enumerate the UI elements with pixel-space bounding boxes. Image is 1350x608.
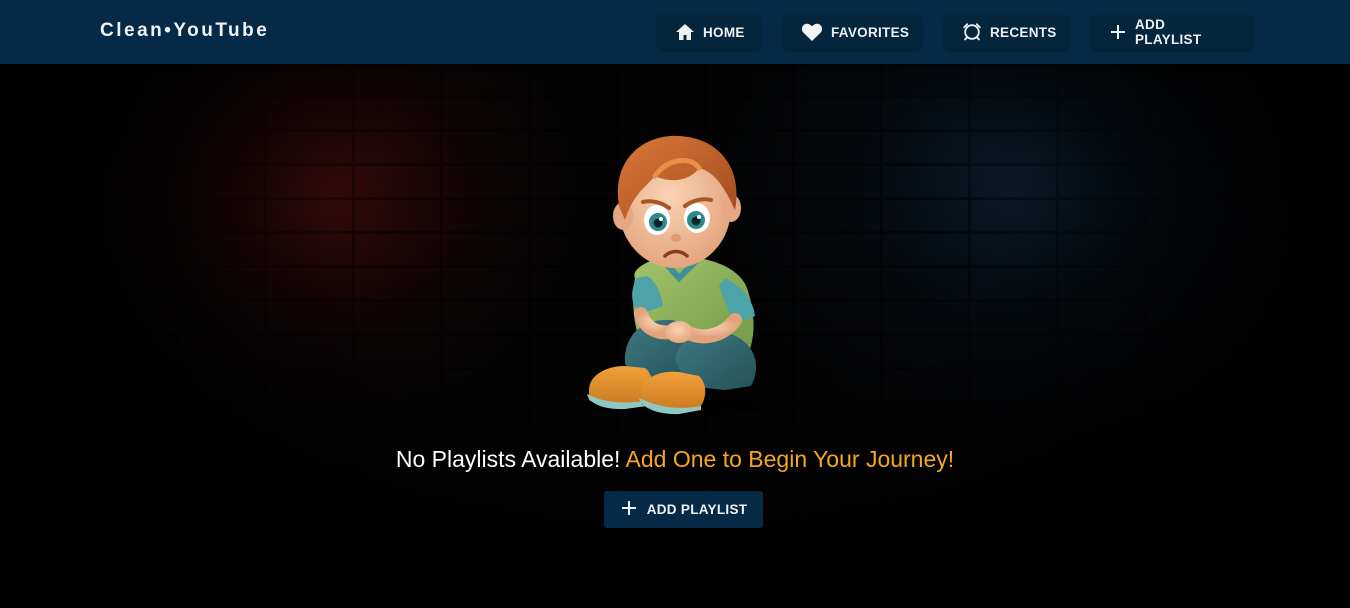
home-icon	[675, 23, 695, 41]
nav-recents-label: RECENTS	[990, 24, 1057, 40]
brand-logo[interactable]: Clean•YouTube	[100, 20, 269, 42]
nav-add-playlist-label: ADD PLAYLIST	[1135, 17, 1202, 47]
heart-icon	[801, 22, 823, 42]
top-navbar: Clean•YouTube HOME FAVORITES RECENTS ADD…	[0, 0, 1350, 64]
add-playlist-cta-button[interactable]: ADD PLAYLIST	[604, 491, 763, 528]
nav-favorites-button[interactable]: FAVORITES	[784, 15, 921, 49]
empty-state-accent-text: Add One to Begin Your Journey!	[625, 446, 955, 472]
add-playlist-cta-label: ADD PLAYLIST	[646, 502, 748, 517]
app-page: Clean•YouTube HOME FAVORITES RECENTS ADD…	[0, 0, 1350, 608]
empty-state-message: No Playlists Available! Add One to Begin…	[0, 446, 1350, 473]
plus-icon	[1109, 23, 1127, 41]
history-icon	[962, 22, 982, 42]
nav-home-button[interactable]: HOME	[658, 15, 760, 49]
plus-icon	[620, 499, 638, 520]
nav-favorites-label: FAVORITES	[831, 24, 910, 40]
empty-state-primary-text: No Playlists Available!	[395, 446, 621, 472]
sad-child-illustration	[575, 128, 775, 418]
nav-add-playlist-button[interactable]: ADD PLAYLIST	[1092, 15, 1252, 49]
nav-recents-button[interactable]: RECENTS	[945, 15, 1068, 49]
nav-home-label: HOME	[703, 24, 745, 40]
